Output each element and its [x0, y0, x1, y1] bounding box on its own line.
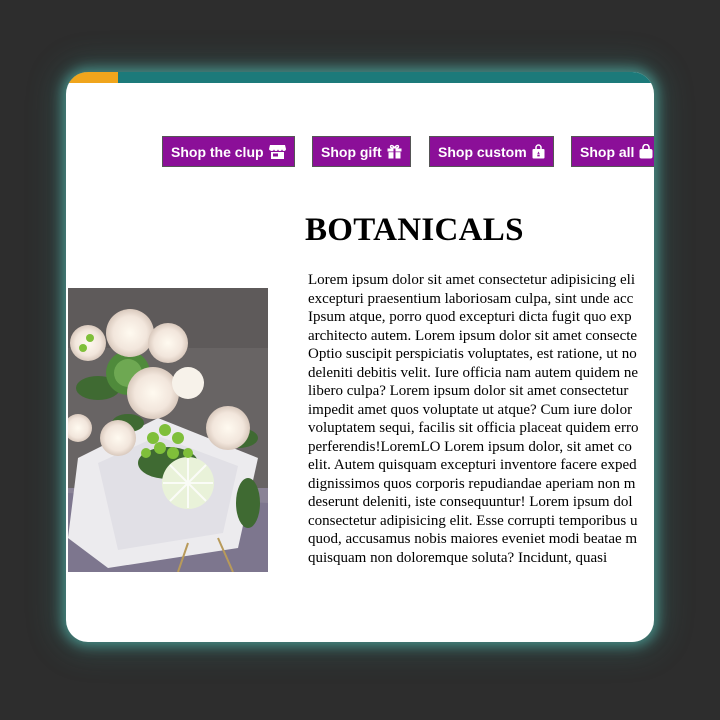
button-label: Shop all [580, 143, 635, 160]
shop-the-clup-button[interactable]: Shop the clup [162, 136, 295, 167]
shop-gift-button[interactable]: Shop gift [312, 136, 411, 167]
page-window: Shop the clup Shop gift Shop custom Shop… [66, 72, 654, 642]
body-text: Lorem ipsum dolor sit amet consectetur a… [308, 272, 639, 566]
gift-icon [387, 144, 402, 159]
flower-arrangement-image [68, 288, 268, 572]
button-label: Shop the clup [171, 143, 264, 160]
store-icon [268, 144, 286, 159]
top-bar [66, 72, 654, 83]
shopping-bag-icon [532, 144, 545, 159]
page-title: BOTANICALS [305, 212, 524, 248]
shop-all-button[interactable]: Shop all [571, 136, 654, 167]
shopping-bag-icon [639, 144, 653, 159]
top-bar-accent [66, 72, 118, 83]
button-label: Shop custom [438, 143, 527, 160]
button-label: Shop gift [321, 143, 382, 160]
shop-custom-button[interactable]: Shop custom [429, 136, 554, 167]
